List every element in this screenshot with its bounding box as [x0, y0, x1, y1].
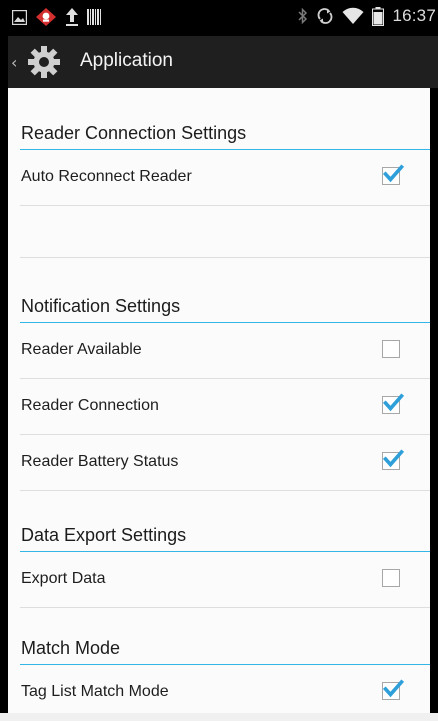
bluetooth-icon — [298, 7, 308, 25]
setting-row-reader-available[interactable]: Reader Available — [20, 323, 438, 379]
setting-row-reader-battery-status[interactable]: Reader Battery Status — [20, 435, 438, 491]
tag-list-match-mode-checkbox[interactable] — [382, 679, 404, 700]
sync-icon — [318, 8, 333, 24]
export-data-checkbox[interactable] — [382, 569, 400, 587]
auto-reconnect-checkbox[interactable] — [382, 164, 404, 185]
page-title: Application — [80, 50, 173, 71]
setting-label: Tag List Match Mode — [21, 683, 169, 700]
status-right-icons: 16:37 — [297, 6, 436, 26]
upload-icon — [66, 8, 78, 26]
section-header-match-mode: Match Mode — [20, 629, 438, 665]
gallery-icon — [12, 9, 27, 25]
reader-battery-status-checkbox[interactable] — [382, 449, 404, 470]
settings-list: Reader Connection Settings Auto Reconnec… — [8, 88, 438, 713]
section-title: Match Mode — [21, 638, 121, 658]
section-title: Data Export Settings — [21, 525, 187, 545]
gear-icon[interactable] — [24, 45, 64, 79]
barcode-icon — [87, 9, 101, 25]
empty-setting-row — [20, 206, 438, 258]
setting-label: Export Data — [21, 570, 106, 587]
reader-available-checkbox[interactable] — [382, 340, 400, 358]
checkmark-icon — [382, 679, 404, 698]
battery-icon — [372, 6, 385, 26]
status-time: 16:37 — [392, 6, 436, 25]
section-title: Reader Connection Settings — [21, 123, 247, 143]
section-header-notification: Notification Settings — [20, 287, 438, 323]
checkmark-icon — [382, 449, 404, 468]
action-bar: ‹ Application — [8, 36, 438, 88]
section-title: Notification Settings — [21, 296, 181, 316]
setting-row-export-data[interactable]: Export Data — [20, 552, 438, 608]
setting-label: Reader Connection — [21, 397, 159, 414]
setting-row-auto-reconnect-reader[interactable]: Auto Reconnect Reader — [20, 150, 438, 206]
setting-label: Reader Battery Status — [21, 453, 179, 470]
checkmark-icon — [382, 393, 404, 412]
section-header-reader-connection: Reader Connection Settings — [20, 114, 438, 150]
section-header-data-export: Data Export Settings — [20, 516, 438, 552]
reader-connection-checkbox[interactable] — [382, 393, 404, 414]
setting-label: Auto Reconnect Reader — [21, 168, 192, 185]
app-alert-icon — [36, 8, 56, 26]
setting-label: Reader Available — [21, 341, 142, 358]
status-bar: 16:37 — [8, 0, 438, 36]
setting-row-reader-connection[interactable]: Reader Connection — [20, 379, 438, 435]
status-left-icons — [12, 7, 101, 27]
screen-edge — [430, 88, 438, 713]
up-navigation-caret[interactable]: ‹ — [11, 53, 17, 72]
wifi-icon — [342, 7, 364, 24]
checkmark-icon — [382, 164, 404, 183]
